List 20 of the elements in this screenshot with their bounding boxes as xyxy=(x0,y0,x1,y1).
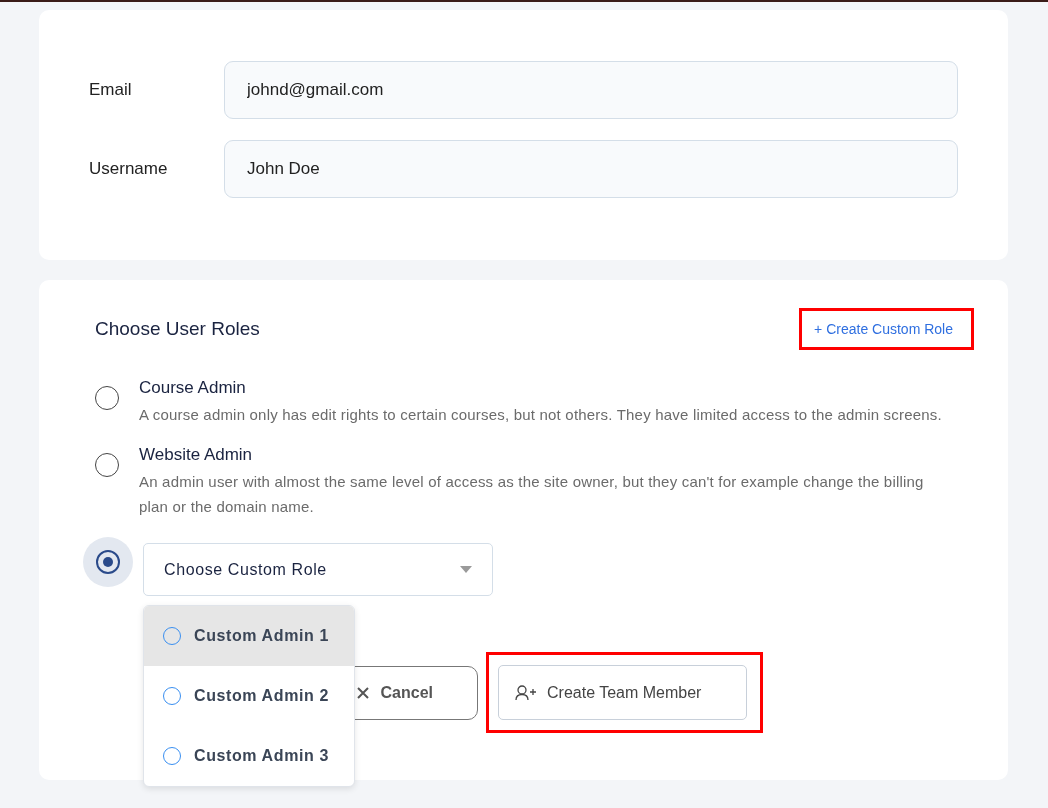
add-user-icon xyxy=(515,684,537,701)
section-title: Choose User Roles xyxy=(95,318,260,340)
input-field[interactable]: John Doe xyxy=(224,140,958,198)
role-title: Website Admin xyxy=(139,445,254,465)
create-team-member-button[interactable]: Create Team Member xyxy=(498,665,747,720)
radio-button[interactable] xyxy=(83,537,133,587)
field-label: Email xyxy=(89,80,133,100)
item-label: Custom Admin 1 xyxy=(194,627,329,645)
dropdown-item[interactable]: Custom Admin 1 xyxy=(144,606,354,666)
role-title: Course Admin xyxy=(139,378,247,398)
role-description: A course admin only has edit rights to certain courses, but not others. They have limited access to the admin screens. xyxy=(139,405,942,425)
role-description: An admin user with almost the same level of access as the site owner, but they can't for example change the billing plan or the domain name. xyxy=(139,472,925,517)
field-label: Username xyxy=(89,159,169,179)
create-custom-role-link[interactable]: + Create Custom Role xyxy=(799,308,974,350)
dropdown-item[interactable]: Custom Admin 3 xyxy=(144,726,354,786)
input-field[interactable]: johnd@gmail.com xyxy=(224,61,958,119)
close-icon xyxy=(356,686,369,699)
custom-role-select[interactable]: Choose Custom Role xyxy=(143,543,493,596)
item-label: Custom Admin 3 xyxy=(194,747,329,765)
caret-icon xyxy=(460,566,472,573)
